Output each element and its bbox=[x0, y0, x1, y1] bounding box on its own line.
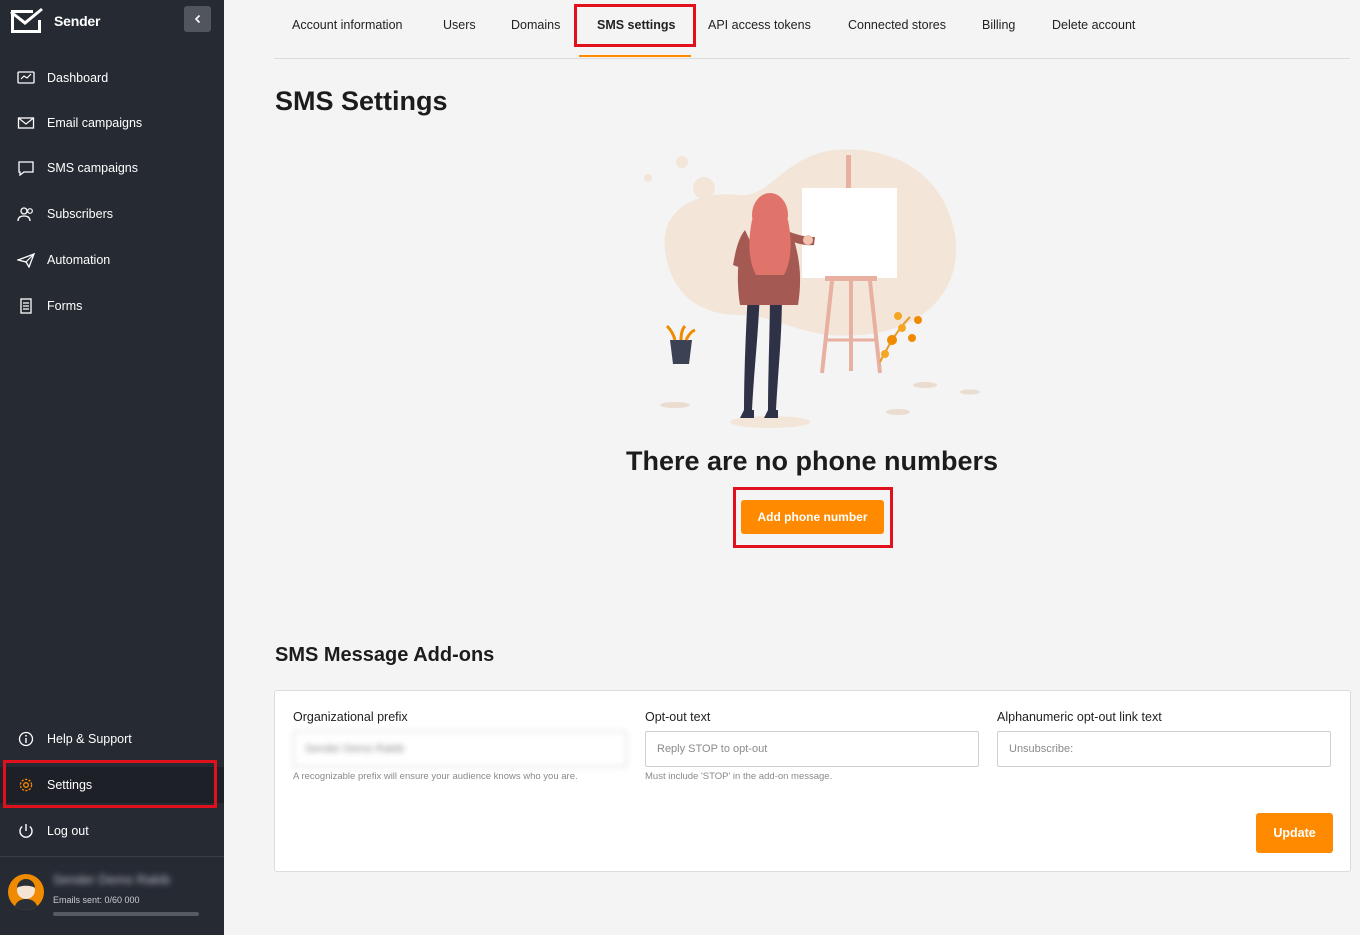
divider bbox=[0, 856, 224, 857]
sidebar-item-dashboard[interactable]: Dashboard bbox=[0, 60, 224, 96]
opt-out-text-label: Opt-out text bbox=[645, 710, 711, 724]
sidebar-item-label: Subscribers bbox=[47, 207, 113, 221]
power-icon bbox=[19, 824, 33, 838]
brand-name: Sender bbox=[54, 13, 101, 29]
chevron-left-icon bbox=[194, 14, 200, 24]
avatar[interactable] bbox=[8, 874, 44, 910]
sidebar-item-label: Automation bbox=[47, 253, 111, 267]
tab-connected-stores[interactable]: Connected stores bbox=[848, 18, 946, 32]
sidebar-item-label: Dashboard bbox=[47, 71, 109, 85]
user-avatar-icon bbox=[14, 879, 38, 910]
settings-tabs: Account information Users Domains SMS se… bbox=[274, 0, 1350, 59]
sidebar-item-sms-campaigns[interactable]: SMS campaigns bbox=[0, 150, 224, 186]
sidebar-item-log-out[interactable]: Log out bbox=[0, 813, 224, 849]
organizational-prefix-hint: A recognizable prefix will ensure your a… bbox=[293, 771, 578, 782]
envelope-icon bbox=[17, 117, 35, 129]
collapse-sidebar-button[interactable] bbox=[184, 6, 211, 32]
emails-sent-progress bbox=[53, 912, 199, 916]
sidebar-item-label: Forms bbox=[47, 299, 83, 313]
sidebar-item-label: Help & Support bbox=[47, 732, 132, 746]
sidebar-item-label: SMS campaigns bbox=[47, 161, 139, 175]
chat-bubble-icon bbox=[18, 161, 34, 176]
info-icon bbox=[18, 731, 34, 747]
sidebar-item-forms[interactable]: Forms bbox=[0, 288, 224, 324]
addons-card: Organizational prefix A recognizable pre… bbox=[274, 690, 1351, 872]
tab-delete-account[interactable]: Delete account bbox=[1052, 18, 1135, 32]
tab-users[interactable]: Users bbox=[443, 18, 476, 32]
opt-out-text-hint: Must include 'STOP' in the add-on messag… bbox=[645, 771, 833, 782]
opt-out-link-text-input[interactable] bbox=[997, 731, 1331, 767]
sidebar: Sender Dashboard Email campaigns SMS cam… bbox=[0, 0, 224, 935]
empty-state-illustration bbox=[644, 149, 980, 428]
sidebar-item-label: Log out bbox=[47, 824, 89, 838]
active-tab-indicator bbox=[579, 55, 691, 57]
sender-logo-icon bbox=[9, 6, 45, 39]
users-icon bbox=[17, 207, 33, 222]
organizational-prefix-label: Organizational prefix bbox=[293, 710, 408, 724]
paper-plane-icon bbox=[17, 252, 35, 268]
highlight-box-settings bbox=[3, 760, 217, 808]
sidebar-item-help-support[interactable]: Help & Support bbox=[0, 721, 224, 757]
tab-account-information[interactable]: Account information bbox=[292, 18, 402, 32]
dashboard-icon bbox=[17, 71, 35, 84]
page-title: SMS Settings bbox=[275, 86, 448, 116]
opt-out-link-text-label: Alphanumeric opt-out link text bbox=[997, 710, 1162, 724]
highlight-box-add-phone bbox=[733, 487, 893, 548]
sidebar-item-label: Email campaigns bbox=[47, 116, 143, 130]
sidebar-item-automation[interactable]: Automation bbox=[0, 242, 224, 278]
sidebar-item-subscribers[interactable]: Subscribers bbox=[0, 196, 224, 232]
organizational-prefix-input[interactable] bbox=[293, 731, 627, 767]
addons-section-title: SMS Message Add-ons bbox=[275, 644, 495, 666]
emails-sent-counter: Emails sent: 0/60 000 bbox=[53, 895, 140, 905]
form-icon bbox=[20, 298, 32, 314]
highlight-box-sms-tab bbox=[574, 4, 696, 47]
empty-state-title: There are no phone numbers bbox=[625, 446, 999, 476]
tab-billing[interactable]: Billing bbox=[982, 18, 1015, 32]
tab-domains[interactable]: Domains bbox=[511, 18, 560, 32]
opt-out-text-input[interactable] bbox=[645, 731, 979, 767]
tab-api-access-tokens[interactable]: API access tokens bbox=[708, 18, 811, 32]
sidebar-item-email-campaigns[interactable]: Email campaigns bbox=[0, 105, 224, 141]
user-name: Sender Demo Rakib bbox=[53, 872, 171, 887]
update-button[interactable]: Update bbox=[1256, 813, 1333, 853]
